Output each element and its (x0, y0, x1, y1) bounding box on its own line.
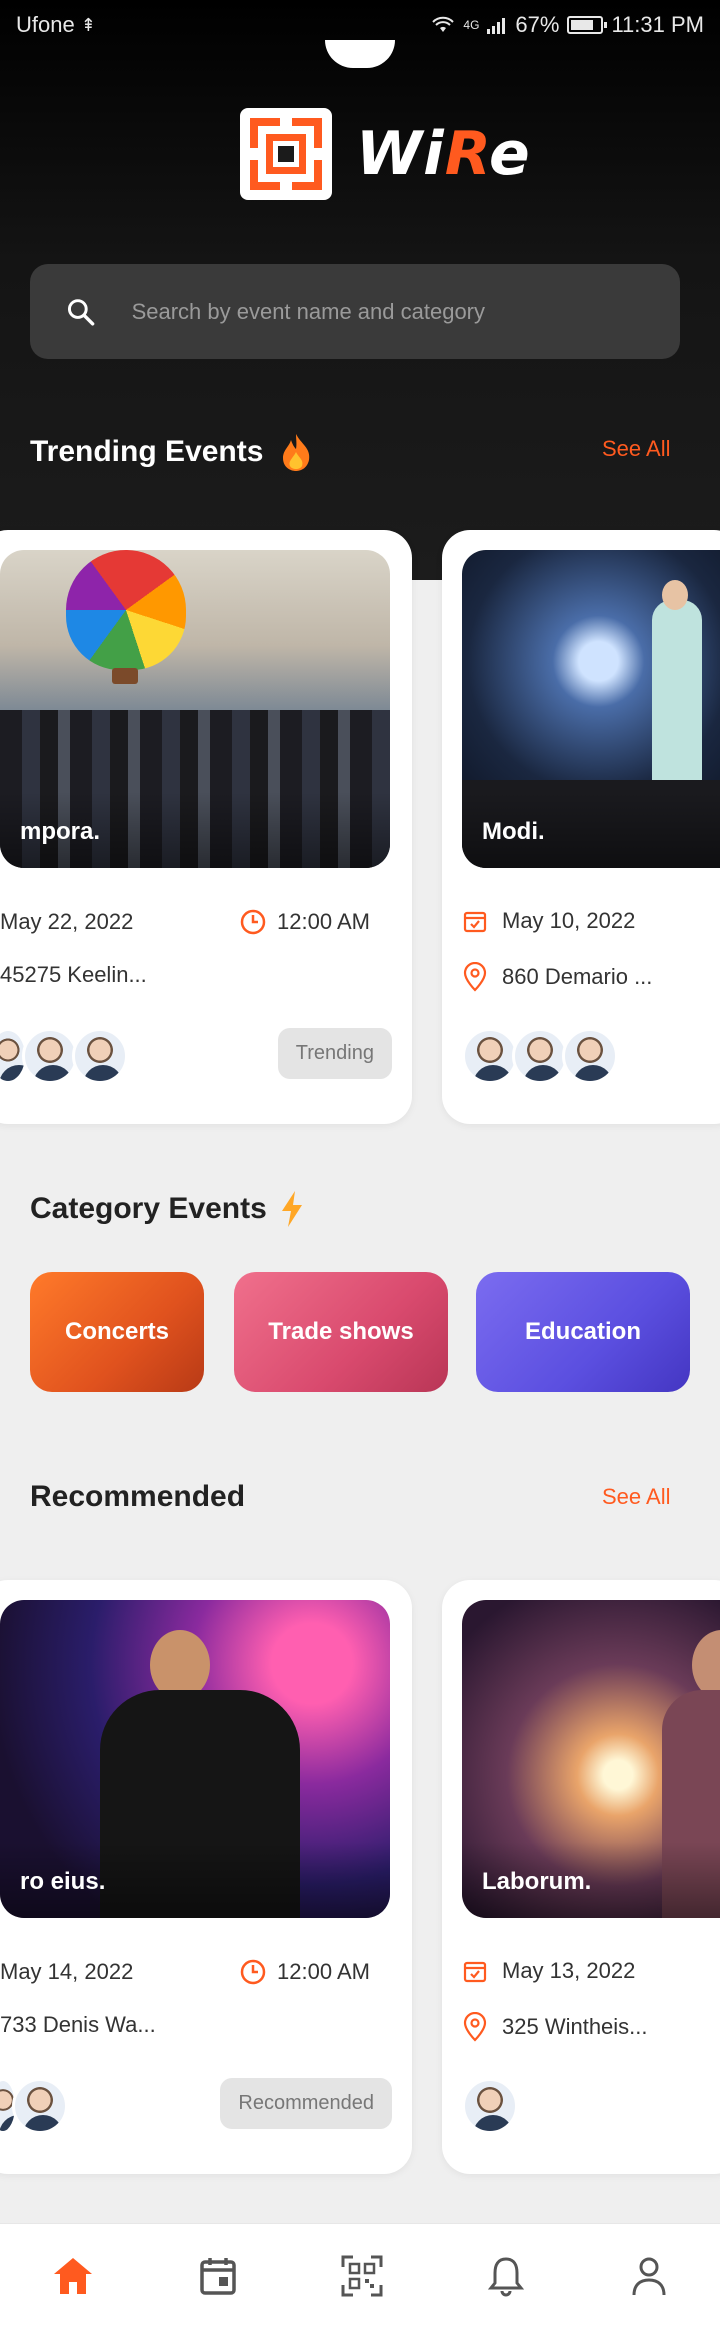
event-name: Laborum. (482, 1868, 592, 1895)
avatar (562, 1028, 618, 1084)
event-address: 733 Denis Wa... (0, 2012, 156, 2037)
event-address: 860 Demario ... (502, 964, 653, 989)
recommended-see-all-link[interactable]: See All (602, 1484, 671, 1510)
attendee-avatars (462, 2078, 518, 2134)
search-bar[interactable] (30, 264, 680, 359)
event-date: May 10, 2022 (502, 908, 636, 933)
calendar-check-icon (463, 911, 487, 933)
brand-name: WiRe (356, 119, 531, 189)
avatar (72, 1028, 128, 1084)
event-name: mpora. (20, 818, 101, 845)
home-icon (54, 2258, 93, 2294)
attendee-avatars (462, 1028, 618, 1084)
clock: 11:31 PM (611, 12, 704, 37)
category-tile-trade-shows[interactable]: Trade shows (234, 1272, 448, 1392)
network-label: 4G (463, 18, 480, 32)
event-address-row: 325 Wintheis... (462, 2012, 720, 2042)
event-image: ro eius. (0, 1600, 390, 1918)
event-date: May 13, 2022 (502, 1958, 636, 1983)
usb-icon: ⇞ (80, 14, 96, 35)
signal-icon (487, 18, 506, 34)
category-tile-education[interactable]: Education (476, 1272, 690, 1392)
calendar-icon (199, 2258, 236, 2295)
event-time: 12:00 AM (277, 1959, 370, 1984)
event-address-row: 733 Denis Wa... (0, 2012, 370, 2038)
trending-see-all-link[interactable]: See All (602, 436, 671, 462)
location-pin-icon (463, 962, 487, 992)
category-section-title: Category Events (30, 1190, 305, 1228)
category-label: Education (524, 1318, 641, 1345)
location-pin-icon (463, 2012, 487, 2042)
trending-event-card[interactable]: mpora. May 22, 2022 12:00 AM 45275 Keeli… (0, 530, 412, 1124)
attendee-avatars (0, 1028, 128, 1084)
event-image: mpora. (0, 550, 390, 868)
event-datetime-row: May 14, 2022 12:00 AM (0, 1958, 370, 1986)
nav-calendar[interactable] (199, 2256, 237, 2301)
event-image: Laborum. (462, 1600, 720, 1918)
avatar (462, 2078, 518, 2134)
nav-notifications[interactable] (487, 2255, 525, 2302)
lightning-icon (281, 1191, 302, 1227)
avatar (512, 1028, 568, 1084)
search-icon (67, 298, 95, 326)
event-datetime-row: May 22, 2022 12:00 AM (0, 908, 370, 936)
search-input[interactable] (131, 298, 644, 325)
event-address: 45275 Keelin... (0, 962, 147, 987)
status-badge: Recommended (220, 2078, 392, 2129)
category-label: Trade shows (268, 1318, 414, 1345)
event-date: May 14, 2022 (0, 1959, 134, 1984)
battery-percent: 67% (515, 12, 560, 37)
event-datetime-row: May 10, 2022 (462, 908, 720, 934)
nav-qr-scanner[interactable] (341, 2255, 383, 2302)
event-time: 12:00 AM (277, 909, 370, 934)
fire-icon (283, 434, 310, 471)
trending-section-title: Trending Events (30, 432, 313, 472)
event-name: ro eius. (20, 1868, 106, 1895)
event-address-row: 860 Demario ... (462, 962, 720, 992)
avatar (462, 1028, 518, 1084)
bell-icon (488, 2257, 525, 2297)
avatar (12, 2078, 68, 2134)
attendee-avatars (0, 2078, 68, 2134)
event-datetime-row: May 13, 2022 (462, 1958, 720, 1984)
nav-profile[interactable] (630, 2255, 668, 2302)
recommended-event-card[interactable]: ro eius. May 14, 2022 12:00 AM 733 Denis… (0, 1580, 412, 2174)
clock-icon (240, 1959, 266, 1985)
bottom-navigation (0, 2223, 720, 2333)
event-address-row: 45275 Keelin... (0, 962, 370, 988)
trending-event-card[interactable]: Modi. May 10, 2022 860 Demario ... (442, 530, 720, 1124)
category-tile-concerts[interactable]: Concerts (30, 1272, 204, 1392)
event-image: Modi. (462, 550, 720, 868)
calendar-check-icon (463, 1961, 487, 1983)
clock-icon (240, 909, 266, 935)
battery-icon (567, 16, 608, 34)
carrier-label: Ufone (16, 12, 75, 37)
nav-home[interactable] (52, 2256, 94, 2301)
event-name: Modi. (482, 818, 545, 845)
profile-icon (632, 2257, 666, 2296)
status-badge: Trending (277, 1028, 392, 1079)
logo-mark-icon (240, 108, 332, 200)
qr-code-icon (341, 2255, 383, 2297)
category-label: Concerts (64, 1318, 170, 1345)
recommended-section-title: Recommended (30, 1480, 246, 1513)
event-address: 325 Wintheis... (502, 2014, 648, 2039)
recommended-event-card[interactable]: Laborum. May 13, 2022 325 Wintheis... (442, 1580, 720, 2174)
wifi-icon (432, 16, 455, 32)
avatar (22, 1028, 78, 1084)
event-date: May 22, 2022 (0, 909, 134, 934)
app-logo: WiRe (240, 108, 531, 200)
